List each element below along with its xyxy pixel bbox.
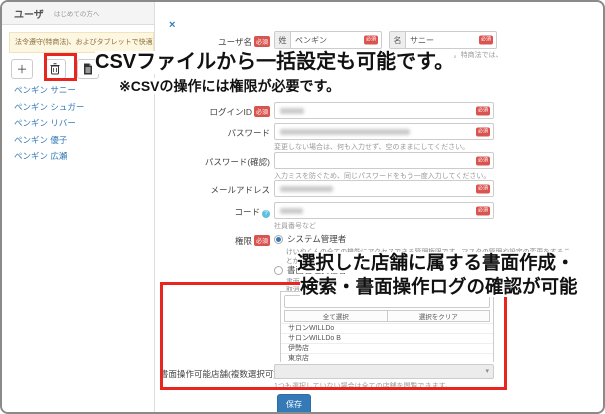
user-list-item[interactable]: ペンギン シュガー bbox=[14, 99, 84, 116]
required-badge: 必須 bbox=[254, 235, 270, 246]
user-list: ペンギン サニー ペンギン シュガー ペンギン リバー ペンギン 優子 ペンギン… bbox=[14, 82, 84, 165]
firstname-value: サニー bbox=[410, 35, 434, 46]
beginner-guide-link[interactable]: はじめての方へ bbox=[54, 8, 100, 18]
user-list-item[interactable]: ペンギン サニー bbox=[14, 82, 84, 99]
store-area-highlight-box bbox=[160, 282, 507, 390]
close-icon[interactable]: × bbox=[169, 19, 175, 31]
save-button[interactable]: 保存 bbox=[277, 394, 311, 414]
firstname-addon: 名 bbox=[390, 32, 406, 48]
add-user-button[interactable]: ＋ bbox=[11, 59, 33, 79]
password-helper: 変更しない場合は、何も入力せず、空のままにしてください。 bbox=[274, 142, 469, 152]
required-badge: 必須 bbox=[476, 184, 490, 193]
masked-value bbox=[280, 108, 304, 114]
permission-label: 権限必須 bbox=[160, 235, 270, 247]
firstname-field[interactable]: 名 サニー 必須 bbox=[389, 31, 497, 49]
user-list-item[interactable]: ペンギン 広瀬 bbox=[14, 148, 84, 165]
store-annotation-line1: 選択した店舗に属する書面作成・ bbox=[297, 252, 575, 273]
required-badge: 必須 bbox=[476, 106, 490, 115]
lastname-addon: 姓 bbox=[275, 32, 291, 48]
password-confirm-label: パスワード(確認) bbox=[160, 156, 270, 168]
compliance-notice: 法令遵守(特商法)、およびタブレットで快適に bbox=[9, 32, 154, 53]
required-badge: 必須 bbox=[254, 36, 270, 47]
masked-value bbox=[280, 129, 410, 135]
required-badge: 必須 bbox=[476, 206, 490, 215]
page-title: ユーザ bbox=[14, 6, 44, 21]
help-icon[interactable]: ? bbox=[262, 210, 270, 218]
app-window: ユーザ はじめての方へ 法令遵守(特商法)、およびタブレットで快適に ＋ bbox=[0, 0, 605, 414]
required-badge: 必須 bbox=[254, 106, 270, 117]
code-field[interactable]: 必須 bbox=[274, 202, 494, 219]
csv-button-highlight-box bbox=[44, 53, 77, 81]
plus-icon: ＋ bbox=[17, 61, 28, 77]
username-label: ユーザ名必須 bbox=[160, 36, 270, 48]
masked-value bbox=[280, 186, 333, 192]
lastname-value: ペンギン bbox=[295, 35, 327, 46]
password-field[interactable]: 必須 bbox=[274, 123, 494, 140]
store-annotation-line2: 検索・書面操作ログの確認が可能 bbox=[300, 276, 578, 297]
sidebar-header: ユーザ はじめての方へ bbox=[2, 2, 154, 25]
user-list-item[interactable]: ペンギン リバー bbox=[14, 115, 84, 132]
password-confirm-field[interactable]: 必須 bbox=[274, 152, 494, 169]
email-field[interactable]: 必須 bbox=[274, 180, 494, 197]
login-id-field[interactable]: 必須 bbox=[274, 102, 494, 119]
csv-annotation-line1: CSVファイルから一括設定も可能です。 bbox=[95, 51, 454, 74]
radio-system-admin[interactable]: システム管理者 bbox=[274, 233, 346, 245]
radio-selected-icon bbox=[274, 235, 283, 244]
lastname-field[interactable]: 姓 ペンギン 必須 bbox=[274, 31, 382, 49]
csv-file-icon bbox=[83, 63, 93, 75]
required-badge: 必須 bbox=[476, 156, 490, 165]
required-badge: 必須 bbox=[476, 127, 490, 136]
code-helper: 社員番号など bbox=[274, 221, 316, 231]
login-id-label: ログインID必須 bbox=[160, 106, 270, 118]
code-label: コード? bbox=[160, 206, 270, 218]
masked-value bbox=[280, 208, 303, 214]
csv-annotation-line2: ※CSVの操作には権限が必要です。 bbox=[119, 78, 340, 94]
radio-unselected-icon bbox=[274, 266, 283, 275]
email-label: メールアドレス bbox=[160, 184, 270, 196]
required-badge: 必須 bbox=[479, 36, 493, 45]
password-label: パスワード bbox=[160, 127, 270, 139]
required-badge: 必須 bbox=[364, 36, 378, 45]
user-list-item[interactable]: ペンギン 優子 bbox=[14, 132, 84, 149]
